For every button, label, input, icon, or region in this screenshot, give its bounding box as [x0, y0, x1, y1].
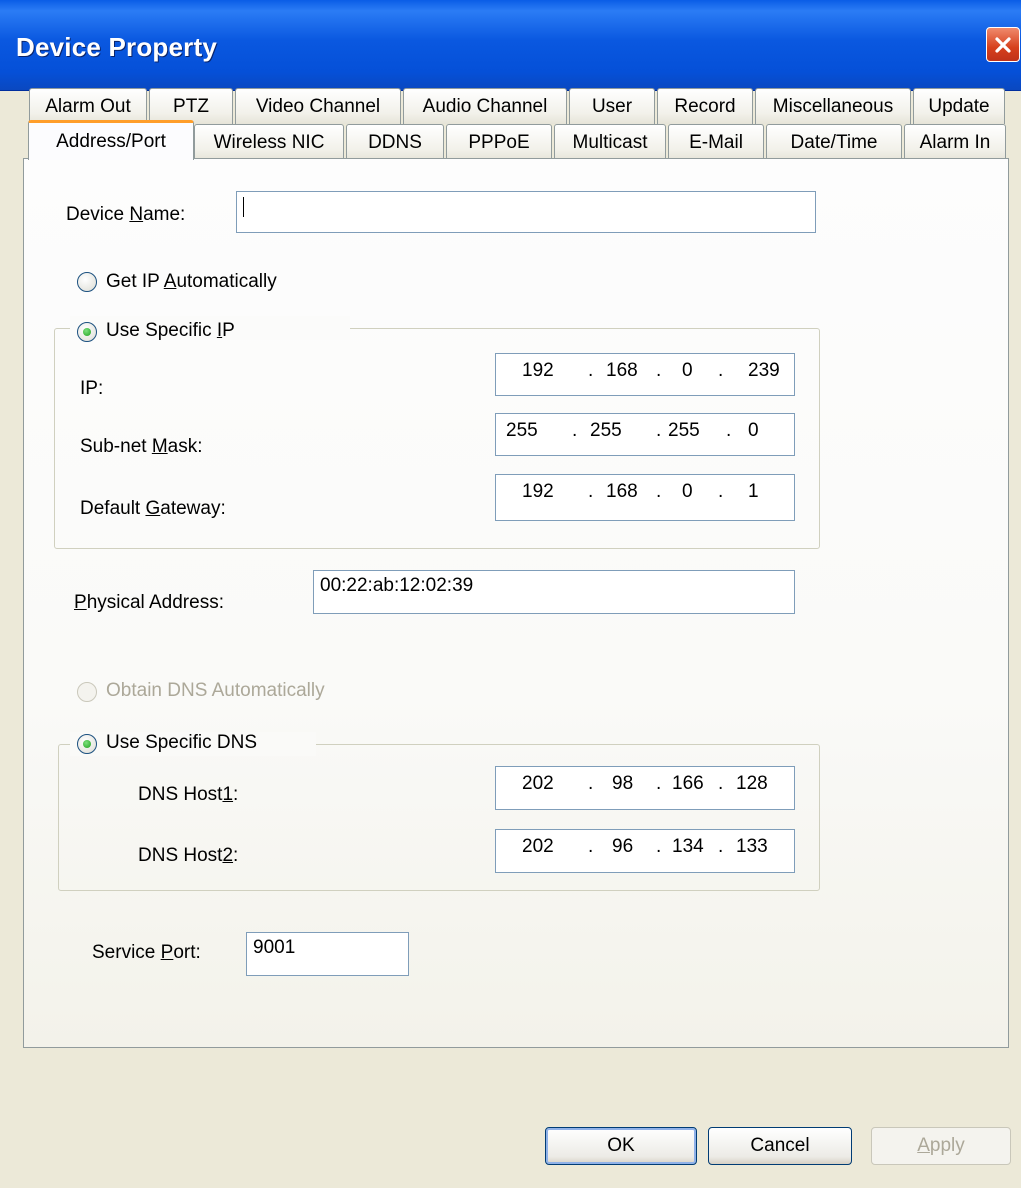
close-button[interactable] [986, 27, 1020, 62]
dns2-octet-3: 134 [672, 836, 704, 857]
obtain-dns-auto-radio [77, 682, 97, 702]
tab-wireless-nic[interactable]: Wireless NIC [194, 124, 344, 160]
ip-octet-1: 192 [522, 360, 554, 381]
dns1-octet-3: 166 [672, 773, 704, 794]
default-gateway-input[interactable]: 192. 168. 0. 1 [495, 474, 795, 521]
window-title: Device Property [16, 32, 217, 62]
obtain-dns-auto-label: Obtain DNS Automatically [106, 680, 325, 701]
ip-label: IP: [80, 378, 104, 399]
dns2-octet-1: 202 [522, 836, 554, 857]
dns2-octet-2: 96 [612, 836, 634, 857]
ok-button[interactable]: OK [545, 1127, 697, 1165]
tab-multicast[interactable]: Multicast [554, 124, 666, 160]
dns1-octet-2: 98 [612, 773, 634, 794]
tab-alarm-out[interactable]: Alarm Out [29, 88, 147, 124]
use-specific-ip-label[interactable]: Use Specific IP [106, 320, 235, 342]
get-ip-auto-label[interactable]: Get IP Automatically [106, 271, 277, 293]
gateway-octet-4: 1 [748, 481, 759, 502]
ip-octet-4: 239 [748, 360, 780, 381]
tab-alarm-in[interactable]: Alarm In [904, 124, 1006, 160]
dns-host2-label: DNS Host2: [138, 845, 239, 866]
ip-octet-2: 168 [606, 360, 638, 381]
device-name-input[interactable] [236, 191, 816, 233]
tab-pppoe[interactable]: PPPoE [446, 124, 552, 160]
tab-ddns[interactable]: DDNS [346, 124, 444, 160]
subnet-octet-3: 255 [668, 420, 700, 441]
tab-miscellaneous[interactable]: Miscellaneous [755, 88, 911, 124]
gateway-octet-3: 0 [682, 481, 693, 502]
tab-address-port[interactable]: Address/Port [28, 120, 194, 160]
physical-address-label: Physical Address: [74, 592, 224, 613]
gateway-octet-2: 168 [606, 481, 638, 502]
text-cursor [243, 196, 244, 217]
tab-date-time[interactable]: Date/Time [766, 124, 902, 160]
close-icon [995, 36, 1011, 53]
subnet-octet-1: 255 [506, 420, 538, 441]
subnet-octet-4: 0 [748, 420, 759, 441]
subnet-octet-2: 255 [590, 420, 622, 441]
use-specific-ip-radio[interactable] [77, 322, 97, 342]
device-name-label: Device Name: [66, 204, 186, 225]
tab-ptz[interactable]: PTZ [149, 88, 233, 124]
service-port-label: Service Port: [92, 942, 201, 963]
tab-email[interactable]: E-Mail [668, 124, 764, 160]
physical-address-field[interactable]: 00:22:ab:12:02:39 [313, 570, 795, 614]
get-ip-auto-radio[interactable] [77, 272, 97, 292]
dns-host2-input[interactable]: 202. 96. 134. 133 [495, 829, 795, 873]
subnet-mask-label: Sub-net Mask: [80, 436, 203, 457]
use-specific-dns-radio[interactable] [77, 734, 97, 754]
gateway-octet-1: 192 [522, 481, 554, 502]
dns1-octet-1: 202 [522, 773, 554, 794]
use-specific-dns-label[interactable]: Use Specific DNS [106, 732, 257, 754]
apply-button[interactable]: Apply [871, 1127, 1011, 1165]
title-bar[interactable]: Device Property [0, 0, 1021, 91]
tab-audio-channel[interactable]: Audio Channel [403, 88, 567, 124]
tab-update[interactable]: Update [913, 88, 1005, 124]
dns1-octet-4: 128 [736, 773, 768, 794]
dns2-octet-4: 133 [736, 836, 768, 857]
cancel-button[interactable]: Cancel [708, 1127, 852, 1165]
ip-address-input[interactable]: 192. 168. 0. 239 [495, 353, 795, 396]
subnet-mask-input[interactable]: 255. 255. 255. 0 [495, 413, 795, 456]
dns-host1-input[interactable]: 202. 98. 166. 128 [495, 766, 795, 810]
service-port-input[interactable]: 9001 [246, 932, 409, 976]
dns-host1-label: DNS Host1: [138, 784, 239, 805]
tab-record[interactable]: Record [657, 88, 753, 124]
tab-video-channel[interactable]: Video Channel [235, 88, 401, 124]
tab-user[interactable]: User [569, 88, 655, 124]
ip-octet-3: 0 [682, 360, 693, 381]
default-gateway-label: Default Gateway: [80, 498, 226, 519]
